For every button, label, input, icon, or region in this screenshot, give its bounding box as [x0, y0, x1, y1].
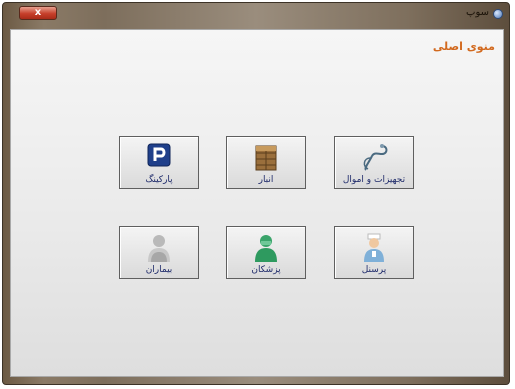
- stethoscope-icon: [363, 144, 388, 171]
- title-bar[interactable]: x سوپ: [3, 3, 509, 29]
- patients-label: بیماران: [145, 265, 173, 275]
- warehouse-tile[interactable]: انبار: [226, 136, 306, 189]
- app-icon: [493, 9, 503, 19]
- personnel-tile[interactable]: پرسنل: [334, 226, 414, 279]
- page-title: منوی اصلی: [432, 40, 495, 53]
- surgeon-icon: [255, 235, 277, 262]
- patient-icon: [148, 235, 170, 262]
- doctors-label: پزشکان: [251, 265, 281, 275]
- window-title: سوپ: [466, 7, 489, 18]
- personnel-label: پرسنل: [361, 265, 387, 275]
- close-icon: x: [34, 7, 42, 18]
- main-panel: منوی اصلی تجهیزات و اموال انبار پارکینگ …: [10, 29, 504, 377]
- parking-icon: [147, 143, 171, 167]
- parking-label: پارکینگ: [145, 175, 173, 185]
- app-window: x سوپ منوی اصلی تجهیزات و اموال انبار پا…: [2, 2, 510, 385]
- parking-tile[interactable]: پارکینگ: [119, 136, 199, 189]
- nurse-icon: [364, 233, 384, 262]
- equipment-label: تجهیزات و اموال: [342, 175, 406, 185]
- doctors-tile[interactable]: پزشکان: [226, 226, 306, 279]
- equipment-tile[interactable]: تجهیزات و اموال: [334, 136, 414, 189]
- warehouse-label: انبار: [258, 175, 274, 185]
- warehouse-boxes-icon: [255, 145, 277, 171]
- patients-tile[interactable]: بیماران: [119, 226, 199, 279]
- close-button[interactable]: x: [19, 6, 57, 20]
